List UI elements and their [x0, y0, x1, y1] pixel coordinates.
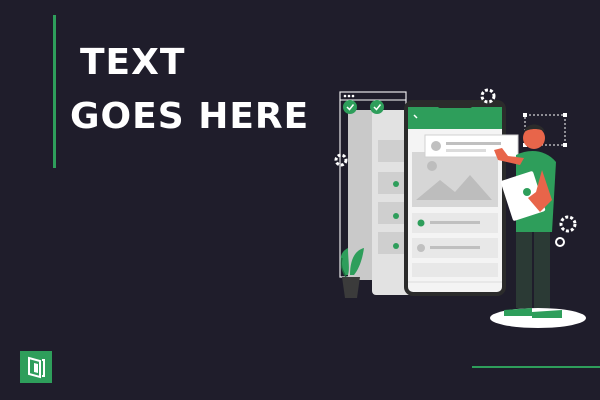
mobile-app-ui-person-illustration — [334, 88, 586, 328]
headline-line-2: GOES HERE — [70, 96, 310, 137]
bottom-accent-line — [472, 366, 600, 368]
accent-bar — [53, 15, 56, 168]
headline-line-1: TEXT — [80, 42, 186, 83]
brand-logo-icon — [20, 351, 52, 383]
